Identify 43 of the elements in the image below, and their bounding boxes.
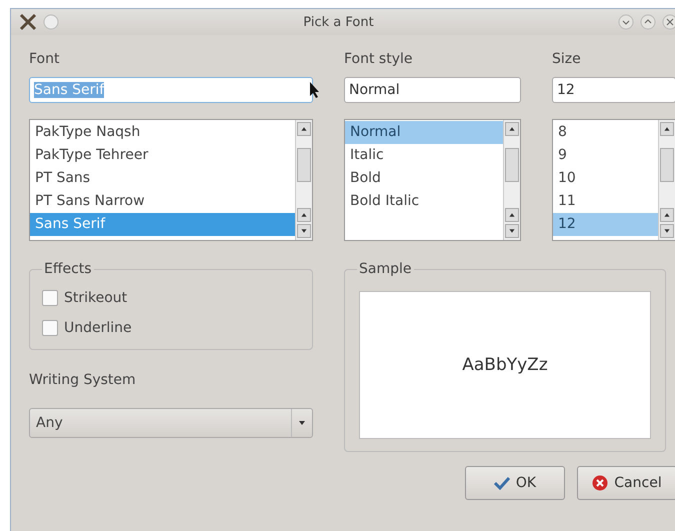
checkbox-option[interactable]: Underline bbox=[42, 313, 132, 343]
cancel-button[interactable]: Cancel bbox=[577, 466, 675, 500]
writing-system-dropdown[interactable]: Any bbox=[29, 408, 313, 438]
mouse-pointer-icon bbox=[309, 81, 321, 99]
scrollbar-thumb[interactable] bbox=[660, 148, 674, 182]
list-item[interactable]: PakType Tehreer bbox=[30, 144, 295, 167]
maximize-icon[interactable] bbox=[640, 14, 656, 30]
close-icon[interactable] bbox=[662, 14, 675, 30]
size-field[interactable]: 12 bbox=[552, 77, 675, 103]
list-item[interactable]: 10 bbox=[553, 167, 658, 190]
list-item[interactable]: Bold Italic bbox=[345, 190, 503, 213]
list-item[interactable]: PakType Naqsh bbox=[30, 121, 295, 144]
scrollbar[interactable] bbox=[295, 120, 312, 240]
scrollbar-thumb[interactable] bbox=[297, 148, 311, 182]
sample-title: Sample bbox=[358, 261, 412, 277]
font-label: Font bbox=[29, 50, 60, 69]
font-style-label: Font style bbox=[344, 50, 413, 69]
list-item[interactable]: 12 bbox=[553, 213, 658, 236]
writing-system-label: Writing System bbox=[29, 371, 136, 390]
minimize-icon[interactable] bbox=[618, 14, 634, 30]
list-item[interactable]: Italic bbox=[345, 144, 503, 167]
ok-button[interactable]: OK bbox=[465, 466, 565, 500]
app-icon bbox=[19, 13, 37, 31]
size-label: Size bbox=[552, 50, 581, 69]
list-item[interactable]: Bold bbox=[345, 167, 503, 190]
list-item[interactable]: Normal bbox=[345, 121, 503, 144]
font-style-field[interactable]: Normal bbox=[344, 77, 521, 103]
window-title: Pick a Font bbox=[302, 14, 375, 30]
list-item[interactable]: 11 bbox=[553, 190, 658, 213]
sample-text: AaBbYyZz bbox=[462, 355, 548, 375]
checkbox-option[interactable]: Strikeout bbox=[42, 283, 128, 313]
list-item[interactable]: PT Sans bbox=[30, 167, 295, 190]
scrollbar[interactable] bbox=[503, 120, 520, 240]
scrollbar-thumb[interactable] bbox=[505, 148, 519, 182]
checkmark-icon bbox=[494, 476, 510, 490]
cancel-icon bbox=[592, 475, 608, 491]
list-item[interactable]: 9 bbox=[553, 144, 658, 167]
scrollbar[interactable] bbox=[658, 120, 675, 240]
checkbox[interactable] bbox=[42, 290, 58, 306]
list-item[interactable]: PT Sans Narrow bbox=[30, 190, 295, 213]
effects-title: Effects bbox=[43, 261, 93, 277]
list-item[interactable]: 8 bbox=[553, 121, 658, 144]
checkbox[interactable] bbox=[42, 320, 58, 336]
